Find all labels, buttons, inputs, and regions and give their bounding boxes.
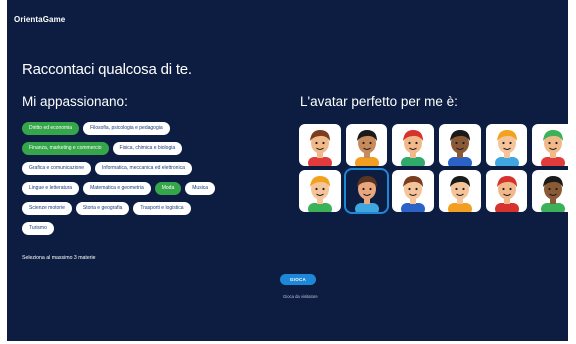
interests-chip-group: Diritto ed economia Filosofia, psicologia… [22, 122, 262, 242]
chip-row: Diritto ed economia Filosofia, psicologia… [22, 122, 262, 135]
interest-chip[interactable]: Trasporti e logistica [133, 202, 191, 215]
avatar-hipster-boy-icon [401, 176, 426, 212]
guest-link[interactable]: Gioca da visitatore [283, 294, 318, 299]
avatar-heading: L'avatar perfetto per me è: [300, 94, 458, 109]
chip-row: Scienze motorie Storia e geografia Traspor… [22, 202, 262, 215]
avatar-option[interactable] [299, 124, 341, 166]
avatar-option[interactable] [343, 168, 390, 214]
avatar-blonde-boy-icon [494, 130, 519, 166]
app-screen: OrientaGame Raccontaci qualcosa di te. M… [0, 0, 576, 344]
avatar-row [299, 124, 575, 166]
selection-hint: Seleziona al massimo 3 materie [22, 255, 96, 261]
avatar-option[interactable] [532, 124, 575, 166]
avatar-curly-brown-hair-icon [308, 130, 332, 166]
interest-chip[interactable]: Moda [154, 182, 182, 195]
chip-row: Lingue e letteratura Matematica e geometr… [22, 182, 262, 195]
chip-row: Grafica e comunicazione Informatica, mecc… [22, 162, 262, 175]
interest-chip[interactable]: Fisica, chimica e biologia [112, 142, 183, 155]
avatar-option[interactable] [392, 170, 435, 212]
avatar-dark-short-hair-icon [448, 130, 473, 166]
avatar-option[interactable] [532, 170, 575, 212]
avatar-red-ponytail-icon [401, 130, 426, 166]
intro-heading: Raccontaci qualcosa di te. [22, 61, 192, 78]
interest-chip[interactable]: Scienze motorie [22, 202, 72, 215]
play-button[interactable]: GIOCA [280, 274, 316, 285]
interest-chip[interactable]: Turismo [22, 222, 54, 235]
avatar-option[interactable] [439, 124, 481, 166]
app-logo[interactable]: OrientaGame [14, 15, 65, 24]
left-border [0, 0, 7, 344]
interest-chip[interactable]: Storia e geografia [75, 202, 130, 215]
avatar-black-bob-girl-icon [448, 176, 473, 212]
avatar-green-cap-icon [541, 130, 566, 166]
interest-chip[interactable]: Grafica e comunicazione [22, 162, 92, 175]
interest-chip[interactable]: Informatica, meccanica ed elettronica [95, 162, 192, 175]
avatar-option[interactable] [485, 124, 528, 166]
avatar-row [299, 168, 575, 214]
interests-heading: Mi appassionano: [22, 94, 128, 109]
avatar-curly-black-hair-icon [541, 176, 566, 212]
avatar-brown-hair-girl-icon [354, 176, 379, 212]
avatar-option[interactable] [345, 124, 388, 166]
avatar-option[interactable] [392, 124, 435, 166]
interest-chip[interactable]: Diritto ed economia [22, 122, 80, 135]
interest-chip[interactable]: Matematica e geometria [83, 182, 151, 195]
avatar-grid [299, 124, 575, 216]
avatar-orange-hair-boy-icon [308, 176, 332, 212]
avatar-red-beard-icon [494, 176, 519, 212]
avatar-option[interactable] [439, 170, 481, 212]
interest-chip[interactable]: Filosofia, psicologia e pedagogia [83, 122, 170, 135]
interest-chip[interactable]: Finanza, marketing e commercio [22, 142, 109, 155]
avatar-long-black-hair-icon [354, 130, 379, 166]
chip-row: Turismo [22, 222, 262, 235]
interest-chip[interactable]: Musica [185, 182, 216, 195]
interest-chip[interactable]: Lingue e letteratura [22, 182, 80, 195]
chip-row: Finanza, marketing e commercio Fisica, ch… [22, 142, 262, 155]
avatar-option[interactable] [485, 170, 528, 212]
avatar-option[interactable] [299, 170, 341, 212]
